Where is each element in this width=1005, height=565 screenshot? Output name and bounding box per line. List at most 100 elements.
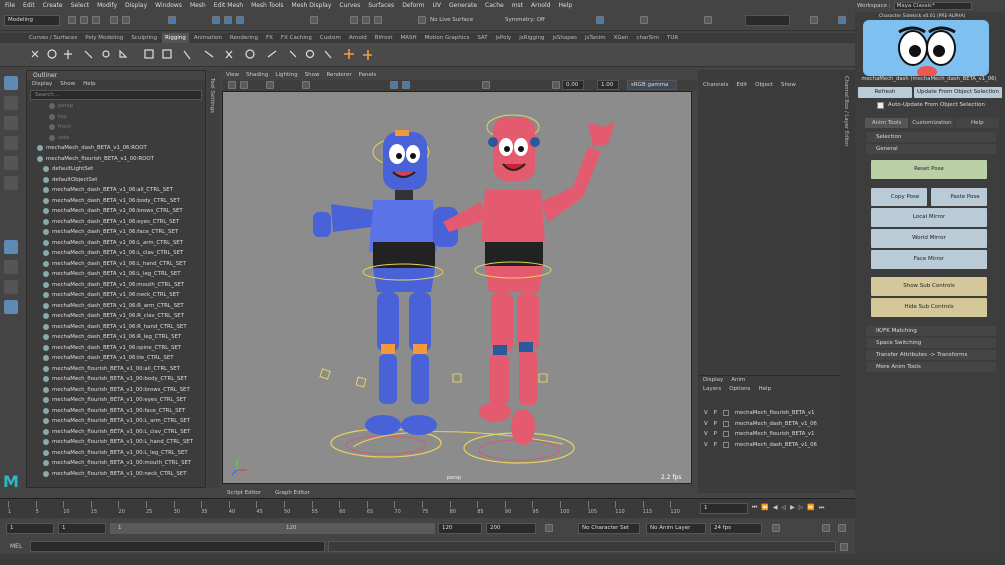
layer-menu-layers[interactable]: Layers	[703, 385, 721, 394]
range-slider-bar[interactable]: 1 120	[110, 523, 435, 534]
scene-render[interactable]	[223, 92, 691, 483]
menu-file[interactable]: File	[5, 2, 15, 9]
outliner-row[interactable]: mechaMech_dash_BETA_v1_06:neck_CTRL_SET	[27, 290, 205, 301]
copy-pose-button[interactable]: Copy Pose	[871, 188, 927, 206]
new-scene-icon[interactable]	[68, 16, 76, 24]
menu-create[interactable]: Create	[43, 2, 63, 9]
time-slider[interactable]: 1 5 10 15 20 25 30 35 40 45 50 55 60 65 70 75 80 85 90 95 10…	[0, 498, 855, 518]
tab-graph-editor[interactable]: Graph Editor	[275, 488, 310, 498]
shelf-tab-rendering[interactable]: Rendering	[227, 33, 261, 43]
save-scene-icon[interactable]	[92, 16, 100, 24]
open-scene-icon[interactable]	[80, 16, 88, 24]
menu-generate[interactable]: Generate	[449, 2, 477, 9]
outliner-row[interactable]: mechaMech_dash_BETA_v1_06:R_arm_CTRL_SET	[27, 301, 205, 312]
lock-icon[interactable]	[310, 16, 318, 24]
viewport-menu-renderer[interactable]: Renderer	[326, 70, 351, 80]
viewport-menu-lighting[interactable]: Lighting	[275, 70, 297, 80]
playback-start-field[interactable]: 1	[58, 523, 106, 534]
menu-mesh[interactable]: Mesh	[190, 2, 206, 9]
viewport-menu-panels[interactable]: Panels	[359, 70, 377, 80]
select-hierarchy-icon[interactable]	[168, 16, 176, 24]
layer-color-swatch[interactable]	[722, 441, 729, 448]
channelbox-menu-show[interactable]: Show	[781, 81, 796, 90]
layer-tab-anim[interactable]: Anim	[731, 376, 745, 385]
robot-dash[interactable]	[313, 130, 458, 435]
outliner-row[interactable]: mechaMech_dash_BETA_v1_06:R_leg_CTRL_SET	[27, 332, 205, 343]
modeling-toolkit-icon[interactable]	[810, 16, 818, 24]
face-mirror-button[interactable]: Face Mirror	[871, 250, 987, 269]
outliner-row[interactable]: mechaMech_flourish_BETA_v1_00:neck_CTRL_…	[27, 469, 205, 480]
shelf-tab-fx[interactable]: FX	[263, 33, 276, 43]
layer-playback-toggle[interactable]: P	[714, 410, 717, 416]
bookmark-icon[interactable]	[266, 81, 274, 89]
outliner-row[interactable]: mechaMech_dash_BETA_v1_06:spine_CTRL_SET	[27, 343, 205, 354]
layer-playback-toggle[interactable]: P	[714, 421, 717, 427]
outliner-row[interactable]: mechaMech_flourish_BETA_v1_00:L_clav_CTR…	[27, 427, 205, 438]
end-time-field[interactable]: 200	[486, 523, 536, 534]
outliner-row[interactable]: mechaMech_dash_BETA_v1_06:face_CTRL_SET	[27, 227, 205, 238]
isolate-select-icon[interactable]	[482, 81, 490, 89]
outliner-row[interactable]: mechaMech_dash_BETA_v1_06:brows_CTRL_SET	[27, 206, 205, 217]
outliner-row[interactable]: mechaMech_flourish_BETA_v1_00:body_CTRL_…	[27, 374, 205, 385]
menu-display[interactable]: Display	[125, 2, 147, 9]
hide-sub-controls-button[interactable]: Hide Sub Controls	[871, 298, 987, 317]
shelf-tab-sat[interactable]: SAT	[474, 33, 490, 43]
outliner-row[interactable]: mechaMech_dash_BETA_v1_06:mouth_CTRL_SET	[27, 280, 205, 291]
input-line[interactable]	[745, 15, 790, 26]
robot-flourish[interactable]	[443, 114, 615, 445]
outliner-camera-side[interactable]: side	[27, 133, 205, 144]
mel-label[interactable]: MEL	[10, 543, 22, 550]
layer-visibility-toggle[interactable]: V	[704, 431, 708, 437]
layer-playback-toggle[interactable]: P	[714, 442, 717, 448]
script-editor-icon[interactable]	[840, 543, 848, 551]
shelf-tab-jstanim[interactable]: jsTanim	[582, 33, 609, 43]
mel-input[interactable]	[30, 541, 325, 552]
outliner-row[interactable]: mechaMech_flourish_BETA_v1_00:L_leg_CTRL…	[27, 448, 205, 459]
snap-point-icon[interactable]	[236, 16, 244, 24]
undo-icon[interactable]	[110, 16, 118, 24]
auto-update-checkbox[interactable]	[877, 102, 884, 109]
menu-help[interactable]: Help	[558, 2, 572, 9]
go-to-start-icon[interactable]: ⏮	[752, 504, 757, 512]
paste-pose-button[interactable]: Paste Pose	[931, 188, 987, 206]
outliner-row[interactable]: mechaMech_dash_BETA_v1_06:body_CTRL_SET	[27, 196, 205, 207]
camera-attributes-icon[interactable]	[240, 81, 248, 89]
channelbox-menu-channels[interactable]: Channels	[703, 81, 728, 90]
outliner-row[interactable]: defaultObjectSet	[27, 175, 205, 186]
shelf-tab-curves-surfaces[interactable]: Curves / Surfaces	[26, 33, 80, 43]
outliner-row[interactable]: mechaMech_flourish_BETA_v1_00:L_arm_CTRL…	[27, 416, 205, 427]
section-selection[interactable]: Selection	[866, 132, 996, 142]
outliner-row[interactable]: mechaMech_flourish_BETA_v1_00:eyes_CTRL_…	[27, 395, 205, 406]
workspace-dropdown[interactable]: Maya Classic*	[893, 1, 972, 10]
anim-tools-tab-customization[interactable]: Customization	[910, 118, 954, 128]
viewport-menu-shading[interactable]: Shading	[246, 70, 268, 80]
shelf-tab-custom[interactable]: Custom	[317, 33, 344, 43]
playback-end-field[interactable]: 120	[438, 523, 482, 534]
outliner-row[interactable]: mechaMech_flourish_BETA_v1_00:L_hand_CTR…	[27, 437, 205, 448]
wireframe-on-shaded-icon[interactable]	[390, 81, 398, 89]
lasso-tool-icon[interactable]	[4, 96, 18, 110]
select-tool-icon[interactable]	[4, 76, 18, 90]
outliner-row[interactable]: mechaMech_dash_BETA_v1_06:L_arm_CTRL_SET	[27, 238, 205, 249]
fps-dropdown[interactable]: 24 fps	[710, 523, 762, 534]
viewport-menu-view[interactable]: View	[226, 70, 239, 80]
render-icon[interactable]	[350, 16, 358, 24]
outliner-menu-show[interactable]: Show	[60, 80, 75, 89]
layer-color-swatch[interactable]	[722, 431, 729, 438]
step-forward-frame-icon[interactable]: ▷	[799, 504, 804, 512]
mode-dropdown[interactable]: Modeling	[4, 15, 60, 26]
channelbox-menu-object[interactable]: Object	[755, 81, 773, 90]
section-more-anim-tools[interactable]: More Anim Tools	[866, 362, 996, 372]
shelf-tab-poly-modeling[interactable]: Poly Modeling	[82, 33, 126, 43]
menu-windows[interactable]: Windows	[155, 2, 182, 9]
side-by-side-icon[interactable]	[4, 280, 18, 294]
loop-icon[interactable]	[772, 524, 780, 532]
shelf-tab-animation[interactable]: Animation	[191, 33, 225, 43]
menu-surfaces[interactable]: Surfaces	[368, 2, 394, 9]
menu-edit[interactable]: Edit	[23, 2, 35, 9]
rigging-shelf-icons[interactable]	[0, 43, 855, 67]
layer-visibility-toggle[interactable]: V	[704, 442, 708, 448]
shelf-tab-jsshapes[interactable]: jsShapes	[550, 33, 580, 43]
single-view-icon[interactable]	[4, 240, 18, 254]
outliner-menu-help[interactable]: Help	[83, 80, 96, 89]
